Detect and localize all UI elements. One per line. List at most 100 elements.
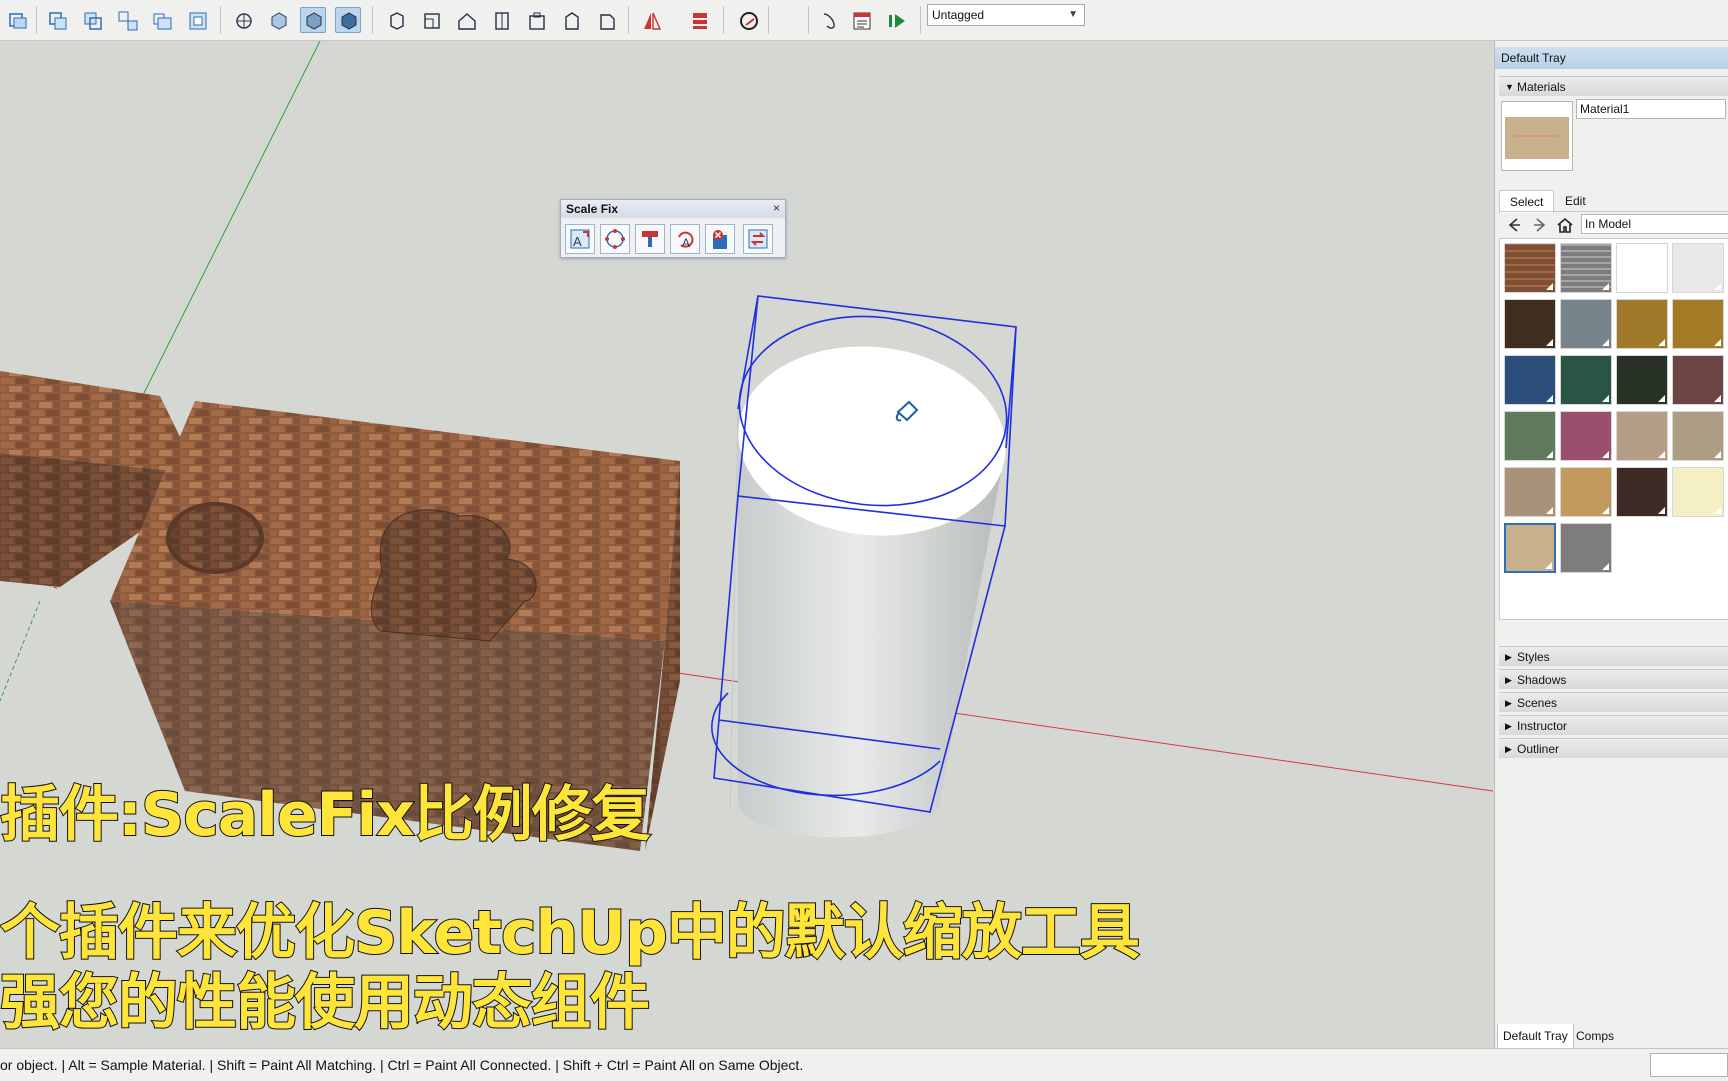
green-axis bbox=[139, 41, 321, 402]
toggle-scale-icon[interactable] bbox=[743, 224, 773, 254]
run-icon[interactable] bbox=[883, 7, 909, 33]
scale-fix-title: Scale Fix bbox=[561, 200, 785, 218]
subtitle-line-3: 强您的性能使用动态组件 bbox=[0, 967, 651, 1039]
make-unique-icon[interactable] bbox=[149, 7, 175, 33]
material-preview[interactable] bbox=[1501, 101, 1573, 171]
lasso-icon[interactable] bbox=[815, 7, 841, 33]
back-edges-icon[interactable] bbox=[265, 7, 291, 33]
tab-comps[interactable]: Comps bbox=[1571, 1024, 1619, 1048]
expand-triangle-icon: ▶ bbox=[1505, 744, 1512, 754]
material-swatch[interactable] bbox=[1616, 467, 1668, 517]
material-swatch[interactable] bbox=[1504, 523, 1556, 573]
material-swatch[interactable] bbox=[1616, 355, 1668, 405]
xray-icon[interactable] bbox=[230, 7, 256, 33]
outer-shell-icon[interactable] bbox=[184, 7, 210, 33]
report-icon[interactable] bbox=[848, 7, 874, 33]
material-swatch[interactable] bbox=[1672, 243, 1724, 293]
material-swatch[interactable] bbox=[1560, 299, 1612, 349]
iso-view-icon[interactable] bbox=[453, 7, 479, 33]
scenes-label: Scenes bbox=[1517, 696, 1558, 710]
tray-title: Default Tray bbox=[1495, 47, 1728, 69]
material-swatch[interactable] bbox=[1560, 523, 1612, 573]
material-swatch[interactable] bbox=[1560, 411, 1612, 461]
collection-dropdown[interactable]: In Model bbox=[1581, 214, 1728, 234]
subtitle-line-1: 插件:ScaleFix比例修复 bbox=[0, 779, 652, 851]
center-scale-icon[interactable] bbox=[600, 224, 630, 254]
scale-fix-toolbar: Scale Fix × A A bbox=[560, 199, 786, 258]
home-icon[interactable] bbox=[1556, 216, 1574, 234]
group-icon[interactable] bbox=[79, 7, 105, 33]
back-arrow-icon[interactable] bbox=[1505, 216, 1523, 234]
chevron-down-icon: ▼ bbox=[1068, 9, 1078, 20]
material-swatch[interactable] bbox=[1504, 411, 1556, 461]
status-text: or object. | Alt = Sample Material. | Sh… bbox=[0, 1057, 804, 1073]
styles-panel-header[interactable]: ▶ Styles bbox=[1499, 646, 1728, 666]
tray-footer: Default Tray Comps bbox=[1495, 1024, 1728, 1049]
styles-label: Styles bbox=[1517, 650, 1550, 664]
tag-dropdown-value: Untagged bbox=[932, 8, 985, 22]
orbit-icon[interactable] bbox=[735, 7, 761, 33]
expand-triangle-icon: ▶ bbox=[1505, 652, 1512, 662]
materials-panel-header[interactable]: ▼ Materials bbox=[1499, 76, 1728, 96]
close-icon[interactable]: × bbox=[773, 201, 780, 215]
scale-fix-icon[interactable]: A bbox=[565, 224, 595, 254]
instructor-label: Instructor bbox=[1517, 719, 1568, 733]
tab-edit[interactable]: Edit bbox=[1555, 190, 1596, 212]
material-swatch[interactable] bbox=[1560, 355, 1612, 405]
expand-triangle-icon: ▶ bbox=[1505, 721, 1512, 731]
material-swatch[interactable] bbox=[1672, 355, 1724, 405]
flip-icon[interactable] bbox=[638, 7, 664, 33]
expand-triangle-icon: ▶ bbox=[1505, 698, 1512, 708]
material-swatch[interactable] bbox=[1504, 467, 1556, 517]
material-swatch[interactable] bbox=[1504, 299, 1556, 349]
material-swatch-grid bbox=[1499, 238, 1728, 620]
tab-default-tray[interactable]: Default Tray bbox=[1497, 1024, 1574, 1049]
delete-scale-icon[interactable] bbox=[705, 224, 735, 254]
material-swatch[interactable] bbox=[1560, 467, 1612, 517]
model-viewport[interactable]: Scale Fix × A A 插件:ScaleFix比例修复 个插件来优化Sk… bbox=[0, 41, 1493, 1048]
status-bar: or object. | Alt = Sample Material. | Sh… bbox=[0, 1048, 1728, 1081]
material-swatch[interactable] bbox=[1672, 411, 1724, 461]
material-swatch[interactable] bbox=[1672, 299, 1724, 349]
component-icon[interactable] bbox=[44, 7, 70, 33]
top-view-icon[interactable] bbox=[488, 7, 514, 33]
material-swatch[interactable] bbox=[1672, 467, 1724, 517]
default-tray: Default Tray ▼ Materials Material1 Select… bbox=[1494, 41, 1728, 1049]
material-swatch[interactable] bbox=[1616, 411, 1668, 461]
tag-dropdown[interactable]: Untagged ▼ bbox=[927, 4, 1085, 26]
select-icon[interactable] bbox=[4, 7, 30, 33]
measurements-box[interactable] bbox=[1650, 1053, 1728, 1077]
front-view-icon[interactable] bbox=[523, 7, 549, 33]
outliner-panel-header[interactable]: ▶ Outliner bbox=[1499, 738, 1728, 758]
wireframe-icon[interactable] bbox=[300, 7, 326, 33]
hidden-line-icon[interactable] bbox=[335, 7, 361, 33]
instructor-panel-header[interactable]: ▶ Instructor bbox=[1499, 715, 1728, 735]
outliner-label: Outliner bbox=[1517, 742, 1560, 756]
align-icon[interactable] bbox=[686, 7, 712, 33]
scenes-panel-header[interactable]: ▶ Scenes bbox=[1499, 692, 1728, 712]
tab-select[interactable]: Select bbox=[1499, 190, 1555, 213]
material-swatch[interactable] bbox=[1560, 243, 1612, 293]
expand-triangle-icon: ▶ bbox=[1505, 675, 1512, 685]
shaded-texture-icon[interactable] bbox=[418, 7, 444, 33]
main-toolbar: Untagged ▼ bbox=[0, 0, 1728, 41]
svg-text:A: A bbox=[573, 234, 582, 249]
material-swatch[interactable] bbox=[1504, 355, 1556, 405]
shadows-panel-header[interactable]: ▶ Shadows bbox=[1499, 669, 1728, 689]
materials-header-label: Materials bbox=[1517, 80, 1566, 94]
reset-scale-icon[interactable]: A bbox=[670, 224, 700, 254]
paint-scale-icon[interactable] bbox=[635, 224, 665, 254]
collapse-triangle-icon: ▼ bbox=[1505, 82, 1514, 92]
cylinder bbox=[729, 346, 1006, 838]
explode-icon[interactable] bbox=[114, 7, 140, 33]
shaded-icon[interactable] bbox=[383, 7, 409, 33]
material-name-field[interactable]: Material1 bbox=[1576, 99, 1726, 119]
forward-arrow-icon[interactable] bbox=[1531, 216, 1549, 234]
shadows-label: Shadows bbox=[1517, 673, 1567, 687]
material-swatch[interactable] bbox=[1504, 243, 1556, 293]
back-view-icon[interactable] bbox=[593, 7, 619, 33]
material-swatch[interactable] bbox=[1616, 243, 1668, 293]
svg-text:A: A bbox=[682, 236, 690, 250]
right-view-icon[interactable] bbox=[558, 7, 584, 33]
material-swatch[interactable] bbox=[1616, 299, 1668, 349]
